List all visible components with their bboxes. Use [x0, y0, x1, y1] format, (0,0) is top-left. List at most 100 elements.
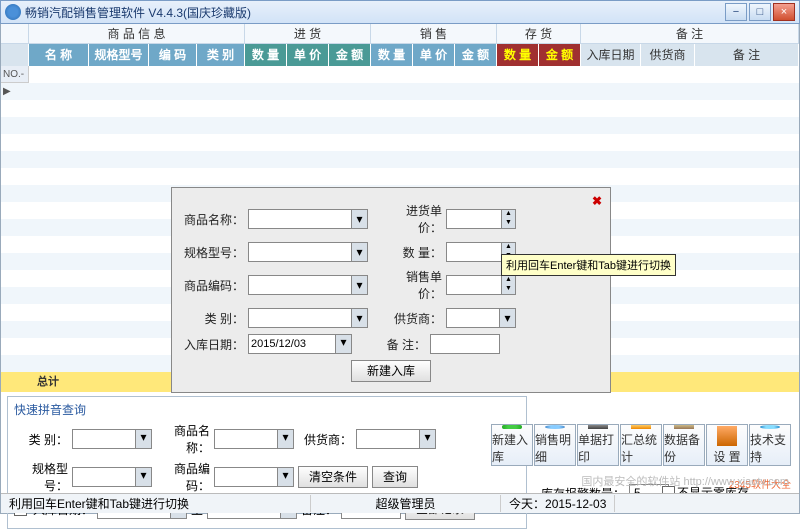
search-code[interactable]: ▾	[214, 467, 294, 487]
toolbar-support-button[interactable]: 技术支持	[749, 424, 791, 466]
close-button[interactable]: ×	[773, 3, 795, 21]
chevron-down-icon[interactable]: ▾	[335, 335, 351, 353]
col-sprice[interactable]: 单 价	[413, 44, 455, 66]
chevron-down-icon[interactable]: ▾	[351, 276, 367, 294]
col-category[interactable]: 类 别	[197, 44, 245, 66]
chevron-down-icon[interactable]: ▾	[419, 430, 435, 448]
toolbar-backup-button[interactable]: 数据备份	[663, 424, 705, 466]
col-pqty[interactable]: 数 量	[245, 44, 287, 66]
col-stqty[interactable]: 数 量	[497, 44, 539, 66]
header-groups: 商 品 信 息 进 货 销 售 存 货 备 注	[1, 24, 799, 44]
chevron-down-icon[interactable]: ▾	[499, 309, 515, 327]
lbl-spec: 规格型号：	[180, 244, 244, 261]
lbl-indate: 入库日期：	[180, 336, 244, 353]
lbl-name: 商品名称：	[180, 211, 244, 228]
group-purchase: 进 货	[245, 24, 371, 43]
chevron-down-icon[interactable]: ▾	[351, 210, 367, 228]
slbl-spec: 规格型号：	[14, 460, 68, 494]
chevron-down-icon[interactable]: ▾	[351, 243, 367, 261]
status-today: 今天：2015-12-03	[501, 495, 615, 512]
chevron-down-icon[interactable]: ▾	[135, 468, 151, 486]
spinner-up-icon[interactable]: ▲	[502, 243, 515, 252]
search-title: 快速拼音查询	[14, 401, 520, 418]
lbl-supplier: 供货商：	[384, 310, 442, 327]
chevron-down-icon[interactable]: ▾	[351, 309, 367, 327]
app-icon	[5, 4, 21, 20]
spinner-up-icon[interactable]: ▲	[502, 276, 515, 285]
toolbar: 新建入库 销售明细 单据打印 汇总统计 数据备份 设 置 技术支持	[491, 424, 791, 466]
col-spec[interactable]: 规格型号	[89, 44, 149, 66]
titlebar: 畅销汽配销售管理软件 V4.4.3(国庆珍藏版) − □ ×	[0, 0, 800, 24]
chevron-down-icon[interactable]: ▾	[135, 430, 151, 448]
input-spec[interactable]: ▾	[248, 242, 368, 262]
chevron-down-icon[interactable]: ▾	[277, 468, 293, 486]
gear-icon	[717, 426, 737, 446]
new-entry-dialog: ✖ 商品名称： ▾ 进货单价： ▲▼ 规格型号： ▾ 数 量： ▲▼ 商品编码：…	[171, 187, 611, 393]
lbl-qty: 数 量：	[384, 244, 442, 261]
col-name[interactable]: 名 称	[29, 44, 89, 66]
group-stock: 存 货	[497, 24, 581, 43]
col-pprice[interactable]: 单 价	[287, 44, 329, 66]
lbl-pprice: 进货单价：	[384, 202, 442, 236]
maximize-button[interactable]: □	[749, 3, 771, 21]
header-columns: 名 称 规格型号 编 码 类 别 数 量 单 价 金 额 数 量 单 价 金 额…	[1, 44, 799, 66]
input-code[interactable]: ▾	[248, 275, 368, 295]
lbl-category: 类 别：	[180, 310, 244, 327]
slbl-code: 商品编码：	[156, 460, 210, 494]
search-name[interactable]: ▾	[214, 429, 294, 449]
dialog-close-icon[interactable]: ✖	[592, 194, 602, 208]
group-product: 商 品 信 息	[29, 24, 245, 43]
col-samount[interactable]: 金 额	[455, 44, 497, 66]
toolbar-settings-button[interactable]: 设 置	[706, 424, 748, 466]
search-category[interactable]: ▾	[72, 429, 152, 449]
window-title: 畅销汽配销售管理软件 V4.4.3(国庆珍藏版)	[25, 4, 725, 21]
slbl-name: 商品名称：	[156, 422, 210, 456]
input-sprice[interactable]: ▲▼	[446, 275, 516, 295]
spinner-down-icon[interactable]: ▼	[502, 285, 515, 294]
group-sales: 销 售	[371, 24, 497, 43]
input-remark[interactable]	[430, 334, 500, 354]
clear-button[interactable]: 清空条件	[298, 466, 368, 488]
input-name[interactable]: ▾	[248, 209, 368, 229]
calendar-icon	[631, 425, 651, 429]
col-stamount[interactable]: 金 额	[539, 44, 581, 66]
col-sqty[interactable]: 数 量	[371, 44, 413, 66]
spinner-up-icon[interactable]: ▲	[502, 210, 515, 219]
input-indate[interactable]: 2015/12/03▾	[248, 334, 352, 354]
toolbar-stat-button[interactable]: 汇总统计	[620, 424, 662, 466]
toolbar-new-button[interactable]: 新建入库	[491, 424, 533, 466]
col-no	[1, 44, 29, 66]
input-pprice[interactable]: ▲▼	[446, 209, 516, 229]
query-button[interactable]: 查询	[372, 466, 418, 488]
col-indate[interactable]: 入库日期	[581, 44, 641, 66]
slbl-supplier: 供货商：	[298, 431, 352, 448]
input-category[interactable]: ▾	[248, 308, 368, 328]
input-supplier[interactable]: ▾	[446, 308, 516, 328]
slbl-category: 类 别：	[14, 431, 68, 448]
statusbar: 利用回车Enter键和Tab键进行切换 超级管理员 今天：2015-12-03	[1, 493, 799, 513]
col-code[interactable]: 编 码	[149, 44, 197, 66]
help-icon	[760, 425, 780, 429]
lbl-code: 商品编码：	[180, 277, 244, 294]
tooltip: 利用回车Enter键和Tab键进行切换	[501, 254, 676, 276]
lbl-sprice: 销售单价：	[384, 268, 442, 302]
status-hint: 利用回车Enter键和Tab键进行切换	[1, 495, 311, 512]
search-supplier[interactable]: ▾	[356, 429, 436, 449]
status-user: 超级管理员	[311, 495, 501, 512]
printer-icon	[588, 425, 608, 429]
toolbar-detail-button[interactable]: 销售明细	[534, 424, 576, 466]
dialog-submit-button[interactable]: 新建入库	[351, 360, 431, 382]
plus-icon	[502, 425, 522, 429]
col-pamount[interactable]: 金 额	[329, 44, 371, 66]
lbl-remark: 备 注：	[368, 336, 426, 353]
folder-icon	[674, 425, 694, 429]
minimize-button[interactable]: −	[725, 3, 747, 21]
col-remark[interactable]: 备 注	[695, 44, 799, 66]
spinner-down-icon[interactable]: ▼	[502, 219, 515, 228]
group-remark: 备 注	[581, 24, 799, 43]
group-blank	[1, 24, 29, 43]
toolbar-print-button[interactable]: 单据打印	[577, 424, 619, 466]
chevron-down-icon[interactable]: ▾	[277, 430, 293, 448]
search-spec[interactable]: ▾	[72, 467, 152, 487]
col-supplier[interactable]: 供货商	[641, 44, 695, 66]
